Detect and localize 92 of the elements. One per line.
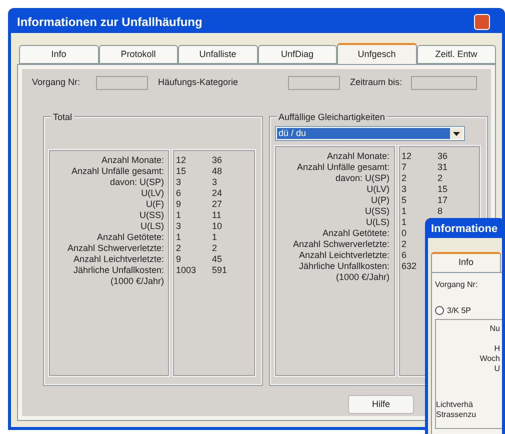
table-cell-text: 3 [402,184,408,195]
table-cell-text: 2 [402,239,408,250]
row-label: Anzahl Leichtverletzte: [73,254,164,265]
table-cell-text: 3 [212,177,218,188]
row-label: Anzahl Schwerverletzte: [67,243,164,254]
field-label: Nu [490,324,500,334]
row-label: (1000 €/Jahr) [110,276,164,287]
field-label: H [494,344,500,354]
table-cell-text: 15 [438,184,449,195]
table-cell-text: 10 [212,221,224,232]
row-label: Anzahl Monate: [326,151,390,162]
table-cell-text: 2 [402,173,408,184]
row-label: (1000 €/Jahr) [336,272,390,283]
table-cell-text: 48 [212,166,224,177]
table-cell-text: 11 [212,210,222,221]
table-cell-text: 1 [212,232,218,243]
table-cell-text: 15 [176,166,188,177]
row-label: U(LV) [141,188,164,199]
input-field[interactable] [96,76,148,90]
field-label: Lichtverhä [436,400,474,410]
group-label: Auffällige Gleichartigkeiten [276,111,387,124]
row-label: Anzahl Leichtverletzte: [298,250,390,261]
row-label: Jährliche Unfallkosten: [73,265,164,276]
row-label: U(P) [371,195,390,206]
window-title: Informationen zur Unfallhäufung [17,14,202,31]
input-field[interactable] [288,76,340,90]
table-cell-text: 3 [176,177,182,188]
row-label: U(LV) [366,184,390,195]
tab[interactable]: Info [431,252,501,272]
tab[interactable]: Unfalliste [178,45,258,64]
table-cell-text: 1003 [176,265,198,276]
table-cell-text: 2 [176,243,182,254]
input-field[interactable] [411,76,477,90]
row-label: Anzahl Getötete: [322,228,390,239]
field-label: Vorgang Nr: [435,278,479,290]
table-cell-text: 1 [176,210,182,221]
row-label: U(SS) [365,206,390,217]
row-label: Anzahl Monate: [101,155,164,166]
table-cell-text: 8 [438,206,444,217]
tab[interactable]: UnfDiag [258,45,337,64]
close-icon[interactable] [474,14,490,30]
table-cell-text: 2 [438,173,444,184]
table-cell-text: 3 [176,221,182,232]
table-cell-text: 24 [212,188,224,199]
row-label: davon: U(SP) [335,173,390,184]
table-cell-text: 1 [176,232,182,243]
window-title: Informatione [431,222,498,237]
table-cell-text: 45 [212,254,224,265]
table-cell-text: 1 [402,206,408,217]
table-cell-text: 36 [212,155,224,166]
tab[interactable]: Info [19,45,98,64]
radio-label: 3/K 5P [447,304,472,316]
tab[interactable]: Protokoll [98,45,178,64]
table-cell-text: 6 [402,250,408,261]
row-label: Anzahl Unfälle gesamt: [296,162,390,173]
tab[interactable]: Zeitl. Entw [416,45,496,64]
field-label: Vorgang Nr: [31,76,82,90]
row-label: Jährliche Unfallkosten: [298,261,390,272]
table-cell-text: 36 [438,151,449,162]
field-label: Strassenzu [436,410,478,420]
table-cell-text: 1 [402,217,408,228]
table-cell-text: 31 [438,162,449,173]
field-label: Woch [480,354,500,364]
radio-button[interactable] [435,306,444,315]
table-cell-text: 591 [212,265,228,276]
row-label: Anzahl Getötete: [96,232,164,243]
tab[interactable]: Unfgesch [337,43,416,64]
table-cell-text: 7 [402,162,408,173]
table-cell-text: 9 [176,254,182,265]
row-label: Anzahl Schwerverletzte: [292,239,390,250]
table-cell-text: 2 [212,243,218,254]
row-label: U(LS) [140,221,164,232]
field-label: Zeitraum bis: [349,76,404,90]
table-cell-text: 12 [402,151,413,162]
table-cell-text: 632 [402,261,418,272]
dropdown-value: dü / du [276,128,450,139]
table-cell-text: 6 [176,188,182,199]
dropdown[interactable]: dü / du [274,126,464,141]
row-label: Anzahl Unfälle gesamt: [71,166,164,177]
row-label: U(F) [146,199,164,210]
table-cell-text: 12 [176,155,188,166]
caret-icon [450,128,462,139]
row-label: davon: U(SP) [110,177,164,188]
table-cell-text: 17 [438,195,449,206]
help-button[interactable]: Hilfe [348,395,414,414]
field-label: U [494,364,500,374]
table-cell-text: 27 [212,199,224,210]
row-label: U(LS) [366,217,390,228]
field-label: Häufungs-Kategorie [157,76,240,90]
table-cell-text: 5 [402,195,408,206]
table-cell-text: 9 [176,199,182,210]
row-label: U(SS) [140,210,164,221]
